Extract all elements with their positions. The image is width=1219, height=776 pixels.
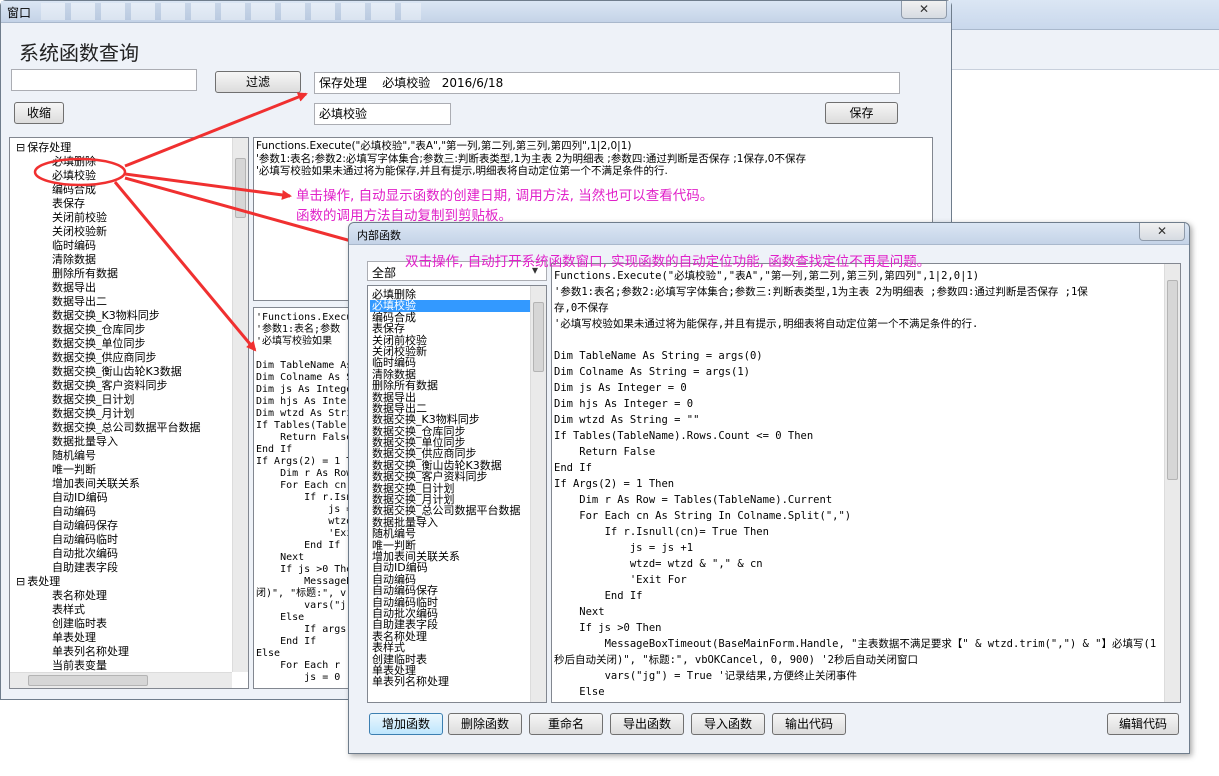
code-line: Next [554, 606, 605, 618]
list-item[interactable]: 自助建表字段 [370, 619, 530, 631]
code-line: Dim TableName As String = args(0) [554, 350, 763, 362]
inner-function-window: 内部函数 ✕ 全部 ▾ 必填删除 必填校验 编码合成 表保存 关闭前校验 关闭校验新 临时编… [348, 222, 1190, 754]
arrow-to-info [124, 92, 308, 168]
inner-code-scrollbar-thumb[interactable] [1167, 280, 1178, 480]
code-line: If js >0 Then [554, 622, 662, 634]
code-line: Dim js As Integer = 0 [554, 382, 687, 394]
import-function-button[interactable]: 导入函数 [691, 713, 765, 735]
code-line: Dim hjs As Integer = 0 [554, 398, 694, 410]
inner-window-title: 内部函数 [357, 229, 401, 242]
code-line: Functions.Execute("必填校验","表A","第一列,第二列,第… [554, 270, 980, 282]
close-icon: ✕ [1156, 224, 1168, 238]
code-line: If r.Isnull(cn)= True Then [554, 526, 769, 538]
edit-code-button[interactable]: 编辑代码 [1107, 713, 1179, 735]
code-line: Dim r As Row = Tables(TableName).Current [554, 494, 833, 506]
annotation-single-click-1: 单击操作, 自动显示函数的创建日期, 调用方法, 当然也可以查看代码。 [296, 188, 714, 204]
function-list-content: 必填删除 必填校验 编码合成 表保存 关闭前校验 关闭校验新 临时编码 清除数据 删除所有数据数… [370, 289, 530, 688]
function-list-scrollbar[interactable] [530, 286, 546, 702]
code-line: Dim wtzd As String = "" [554, 414, 700, 426]
code-line: Dim Colname As String = args(1) [554, 366, 750, 378]
rename-button[interactable]: 重命名 [529, 713, 603, 735]
code-line: wtzd= wtzd & "," & cn [554, 558, 763, 570]
category-select-value: 全部 [372, 266, 397, 280]
code-line: vars("jg") = True '记录结果,方便终止关闭事件 [554, 670, 858, 682]
annotation-double-click: 双击操作, 自动打开系统函数窗口, 实现函数的自动定位功能, 函数查找定位不再是… [405, 254, 931, 270]
inner-close-button[interactable]: ✕ [1139, 223, 1185, 241]
code-line: MessageBoxTimeout(BaseMainForm.Handle, "… [554, 638, 1157, 650]
code-line: Return False [554, 446, 656, 458]
list-item[interactable]: 表样式 [370, 642, 530, 654]
code-line: 存,0不保存 [554, 302, 609, 314]
add-function-button[interactable]: 增加函数 [369, 713, 443, 735]
code-line: If Args(2) = 1 Then [554, 478, 675, 490]
code-line: '必填写校验如果未通过将为能保存,并且有提示,明细表将自动定位第一个不满足条件的… [554, 318, 979, 330]
code-line: For Each cn As String In Colname.Split("… [554, 510, 852, 522]
highlight-ellipse [33, 157, 127, 187]
code-line: 秒后自动关闭)", "标题:", vbOKCancel, 0, 900) '2秒… [554, 654, 918, 666]
inner-window-titlebar: 内部函数 [349, 223, 1189, 245]
code-line: End If [554, 462, 592, 474]
list-item[interactable]: 自动编码保存 [370, 585, 530, 597]
code-line: If Tables(TableName).Rows.Count <= 0 The… [554, 430, 814, 442]
inner-code-scrollbar[interactable] [1164, 264, 1180, 702]
delete-function-button[interactable]: 删除函数 [448, 713, 522, 735]
annotation-single-click-2: 函数的调用方法自动复制到剪贴板。 [296, 208, 512, 224]
list-item[interactable]: 删除所有数据 [370, 380, 530, 392]
code-line: js = js +1 [554, 542, 694, 554]
code-line: End If [554, 590, 643, 602]
code-line: '参数1:表名;参数2:必填写字体集合;参数三:判断表类型,1为主表 2为明细表… [554, 286, 1088, 298]
list-item[interactable]: 单表列名称处理 [370, 676, 530, 688]
function-list[interactable]: 必填删除 必填校验 编码合成 表保存 关闭前校验 关闭校验新 临时编码 清除数据 删除所有数据数… [367, 285, 547, 703]
list-item[interactable]: 随机编号 [370, 528, 530, 540]
code-line: 'Exit For [554, 574, 687, 586]
list-item[interactable]: 数据交换_K3物料同步 [370, 414, 530, 426]
list-item[interactable]: 数据交换_客户资料同步 [370, 471, 530, 483]
function-list-scrollbar-thumb[interactable] [533, 302, 544, 372]
list-item[interactable]: 表保存 [370, 323, 530, 335]
inner-code-panel[interactable]: Functions.Execute("必填校验","表A","第一列,第二列,第… [551, 263, 1181, 703]
export-function-button[interactable]: 导出函数 [610, 713, 684, 735]
output-code-button[interactable]: 输出代码 [772, 713, 846, 735]
inner-code-text: Functions.Execute("必填校验","表A","第一列,第二列,第… [554, 268, 1156, 700]
code-line: Else [554, 686, 605, 698]
